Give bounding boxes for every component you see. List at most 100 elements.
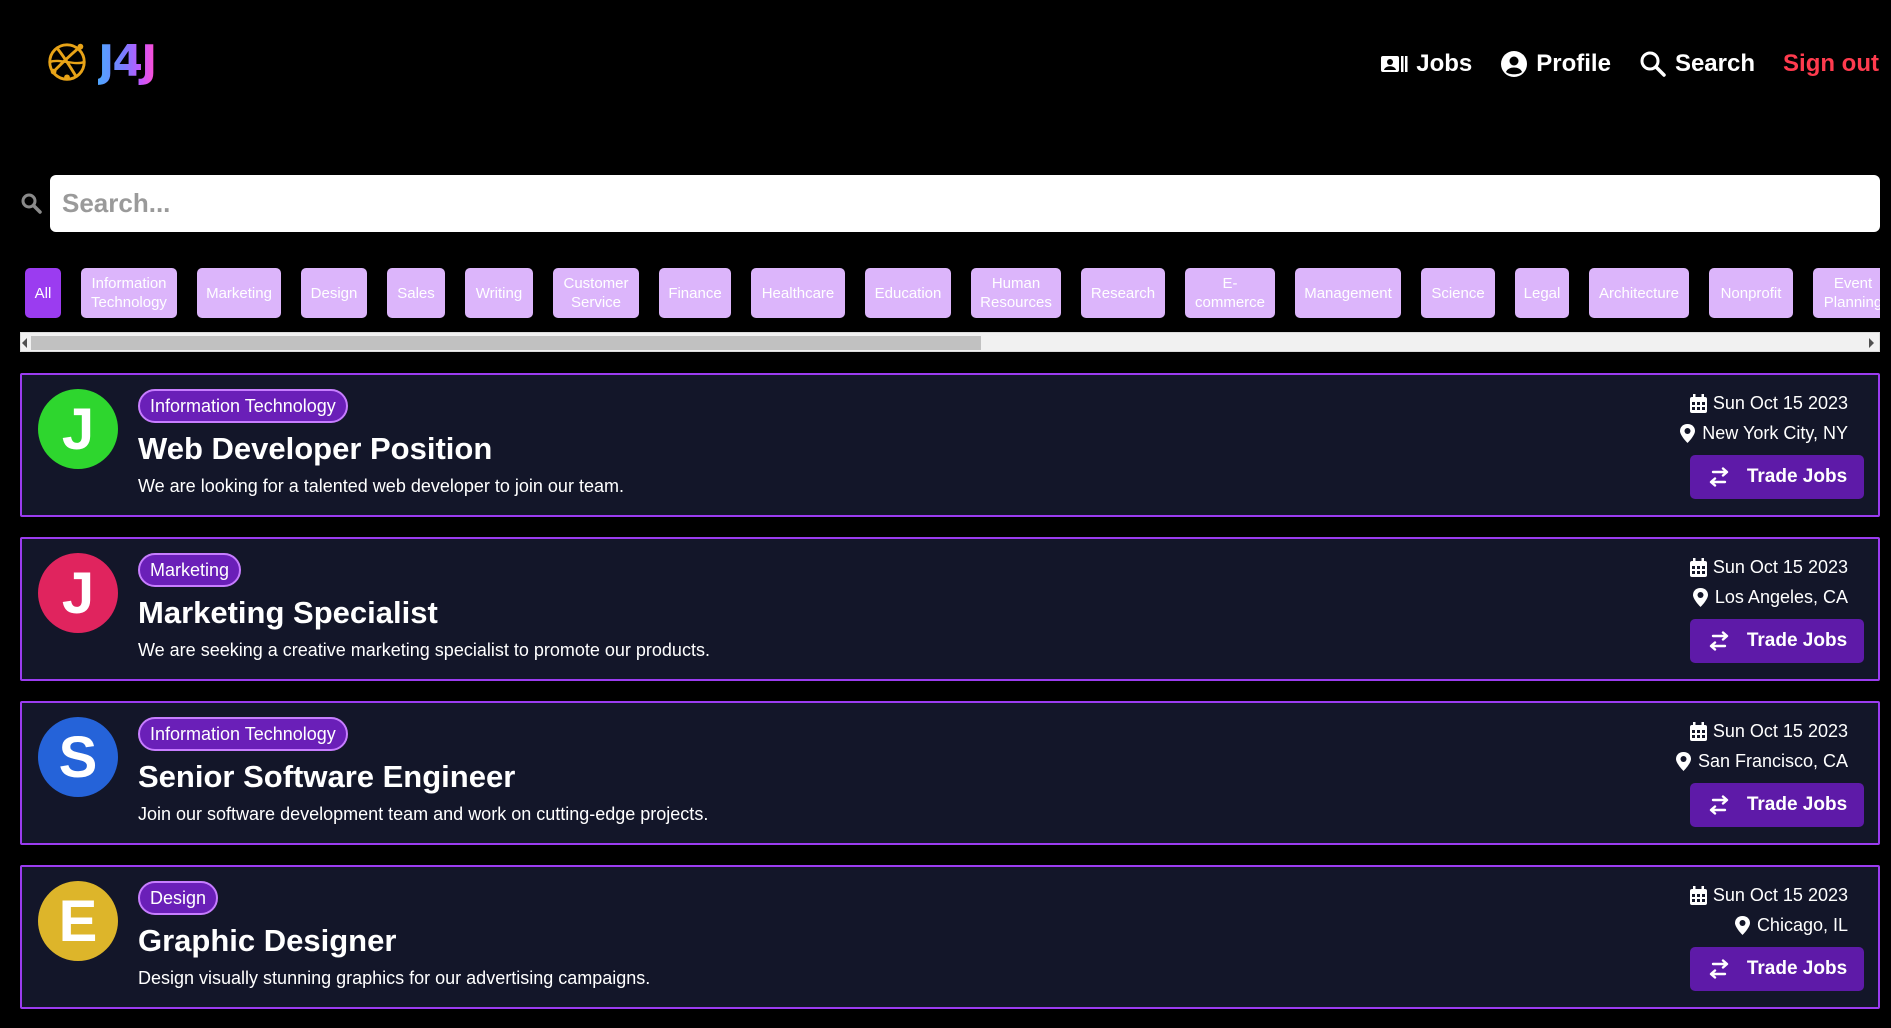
calendar-icon <box>1689 394 1707 413</box>
job-location-line: Chicago, IL <box>1734 915 1848 936</box>
calendar-icon <box>1689 722 1707 741</box>
company-avatar: J <box>38 553 118 633</box>
job-title[interactable]: Graphic Designer <box>138 923 396 959</box>
category-chip[interactable]: Education <box>865 268 951 318</box>
scroll-left-arrow-icon[interactable] <box>22 338 27 348</box>
map-pin-icon <box>1680 424 1696 443</box>
search-input[interactable] <box>50 175 1880 232</box>
job-card[interactable]: S Information Technology Senior Software E… <box>20 701 1880 845</box>
top-header: J4J Jobs Profile Search Sign out <box>0 0 1891 130</box>
category-chip[interactable]: Legal <box>1515 268 1569 318</box>
search-icon <box>21 193 42 214</box>
job-location: San Francisco, CA <box>1697 751 1848 771</box>
job-date-line: Sun Oct 15 2023 <box>1689 885 1848 906</box>
job-date: Sun Oct 15 2023 <box>1712 393 1848 413</box>
category-chip[interactable]: Finance <box>659 268 731 318</box>
job-location: Chicago, IL <box>1756 915 1848 935</box>
job-date: Sun Oct 15 2023 <box>1712 557 1848 577</box>
scroll-right-arrow-icon[interactable] <box>1869 338 1874 348</box>
category-chip[interactable]: Research <box>1081 268 1165 318</box>
nav-profile-link[interactable]: Profile <box>1500 50 1611 78</box>
category-chip[interactable]: All <box>25 268 61 318</box>
id-card-icon <box>1381 56 1408 72</box>
category-badge: Information Technology <box>138 717 348 751</box>
category-chip[interactable]: Management <box>1295 268 1401 318</box>
category-chip[interactable]: Healthcare <box>751 268 845 318</box>
category-scrollbar[interactable] <box>20 332 1880 352</box>
job-date: Sun Oct 15 2023 <box>1712 721 1848 741</box>
job-date-line: Sun Oct 15 2023 <box>1689 721 1848 742</box>
map-pin-icon <box>1675 752 1691 771</box>
trade-jobs-button[interactable]: Trade Jobs <box>1690 783 1864 827</box>
company-avatar: E <box>38 881 118 961</box>
job-meta: Sun Oct 15 2023 Los Angeles, CA <box>1478 553 1878 613</box>
category-chip[interactable]: Architecture <box>1589 268 1689 318</box>
category-chip[interactable]: E-commerce <box>1185 268 1275 318</box>
company-avatar: J <box>38 389 118 469</box>
job-card[interactable]: E Design Graphic Designer Design visually s… <box>20 865 1880 1009</box>
job-description: Design visually stunning graphics for ou… <box>138 968 651 988</box>
job-title[interactable]: Web Developer Position <box>138 431 492 467</box>
search-bar <box>16 175 1880 232</box>
job-date: Sun Oct 15 2023 <box>1712 885 1848 905</box>
nav-jobs-link[interactable]: Jobs <box>1380 50 1472 78</box>
job-date-line: Sun Oct 15 2023 <box>1689 557 1848 578</box>
category-chip-list: All Information Technology Marketing Design… <box>20 265 1880 321</box>
category-chip[interactable]: Sales <box>387 268 445 318</box>
trade-jobs-button[interactable]: Trade Jobs <box>1690 947 1864 991</box>
trade-jobs-button[interactable]: Trade Jobs <box>1690 619 1864 663</box>
trade-jobs-label: Trade Jobs <box>1746 794 1848 815</box>
nav-search-label: Search <box>1674 50 1756 77</box>
swap-arrows-icon <box>1709 959 1729 979</box>
category-chip[interactable]: Science <box>1421 268 1495 318</box>
category-chip[interactable]: Writing <box>465 268 533 318</box>
map-pin-icon <box>1734 916 1750 935</box>
category-chip[interactable]: Nonprofit <box>1709 268 1793 318</box>
job-description: Join our software development team and w… <box>138 804 709 824</box>
job-description: We are seeking a creative marketing spec… <box>138 640 710 660</box>
globe-icon <box>48 43 86 81</box>
main-nav: Jobs Profile Search Sign out <box>1380 44 1879 84</box>
job-title[interactable]: Senior Software Engineer <box>138 759 515 795</box>
trade-jobs-label: Trade Jobs <box>1746 466 1848 487</box>
sign-out-link[interactable]: Sign out <box>1783 50 1879 78</box>
nav-profile-label: Profile <box>1536 50 1611 77</box>
category-chip[interactable]: Customer Service <box>553 268 639 318</box>
calendar-icon <box>1689 886 1707 905</box>
job-title[interactable]: Marketing Specialist <box>138 595 438 631</box>
job-meta: Sun Oct 15 2023 San Francisco, CA <box>1478 717 1878 777</box>
job-location: New York City, NY <box>1702 423 1848 443</box>
job-card[interactable]: J Information Technology Web Developer Pos… <box>20 373 1880 517</box>
nav-jobs-label: Jobs <box>1416 50 1473 77</box>
scrollbar-thumb[interactable] <box>31 336 981 350</box>
category-badge: Marketing <box>138 553 242 587</box>
nav-search-link[interactable]: Search <box>1639 50 1755 78</box>
swap-arrows-icon <box>1709 631 1729 651</box>
job-card[interactable]: J Marketing Marketing Specialist We are see… <box>20 537 1880 681</box>
job-meta: Sun Oct 15 2023 New York City, NY <box>1478 389 1878 449</box>
user-circle-icon <box>1501 51 1528 77</box>
category-chip[interactable]: Marketing <box>197 268 281 318</box>
category-chip[interactable]: Information Technology <box>81 268 177 318</box>
category-badge: Information Technology <box>138 389 348 423</box>
trade-jobs-button[interactable]: Trade Jobs <box>1690 455 1864 499</box>
job-date-line: Sun Oct 15 2023 <box>1689 393 1848 414</box>
job-description: We are looking for a talented web develo… <box>138 476 624 496</box>
job-location-line: Los Angeles, CA <box>1692 587 1848 608</box>
job-meta: Sun Oct 15 2023 Chicago, IL <box>1478 881 1878 941</box>
brand-name: J4J <box>98 36 157 87</box>
job-location: Los Angeles, CA <box>1714 587 1848 607</box>
category-chip[interactable]: Event Planning <box>1813 268 1880 318</box>
swap-arrows-icon <box>1709 467 1729 487</box>
trade-jobs-label: Trade Jobs <box>1746 958 1848 979</box>
category-filter-bar: All Information Technology Marketing Design… <box>20 265 1880 321</box>
map-pin-icon <box>1692 588 1708 607</box>
brand-logo[interactable]: J4J <box>44 36 157 87</box>
category-chip[interactable]: Human Resources <box>971 268 1061 318</box>
job-location-line: San Francisco, CA <box>1675 751 1848 772</box>
trade-jobs-label: Trade Jobs <box>1746 630 1848 651</box>
job-location-line: New York City, NY <box>1679 423 1848 444</box>
category-chip[interactable]: Design <box>301 268 367 318</box>
category-badge: Design <box>138 881 219 915</box>
calendar-icon <box>1689 558 1707 577</box>
